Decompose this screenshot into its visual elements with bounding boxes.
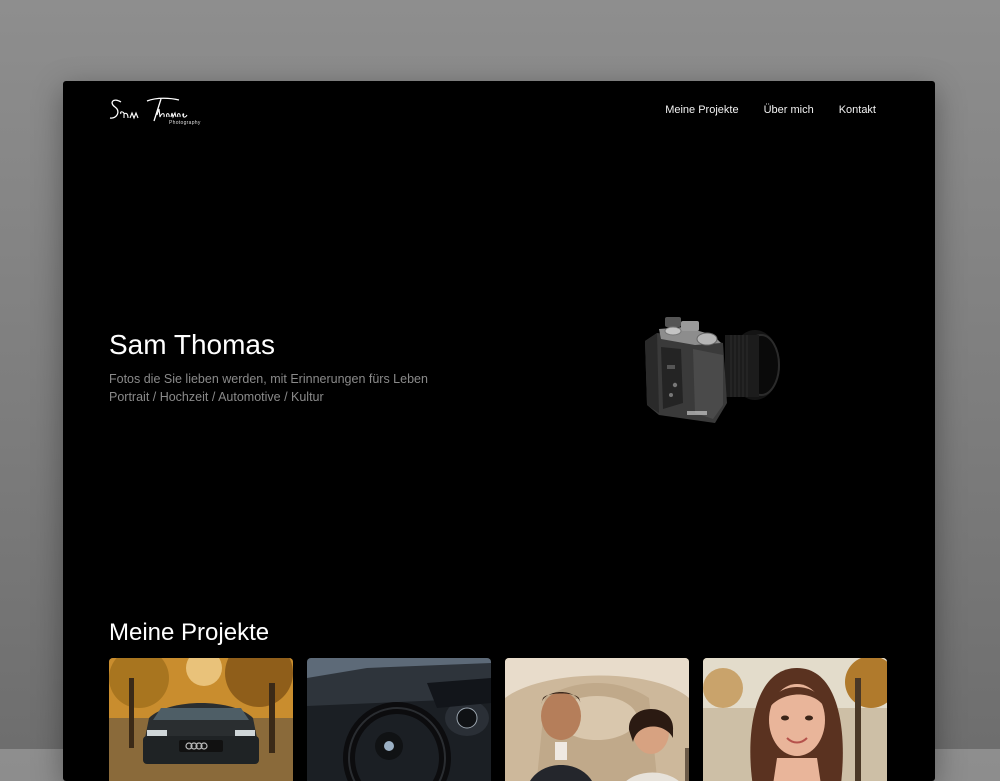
hero-title: Sam Thomas [109, 329, 275, 360]
hero-subtitle-line-1: Fotos die Sie lieben werden, mit Erinner… [109, 372, 428, 386]
project-card-automotive[interactable] [109, 658, 293, 781]
logo[interactable]: Photography [107, 93, 211, 129]
nav-item-kontakt[interactable]: Kontakt [839, 104, 876, 116]
projects-grid [109, 658, 887, 781]
camera-image [637, 315, 785, 433]
car-steering-wheel-photo [307, 658, 491, 781]
project-card-portrait[interactable] [703, 658, 887, 781]
project-card-car-interior[interactable] [307, 658, 491, 781]
main-nav: Meine Projekte Über mich Kontakt [665, 104, 876, 116]
nav-item-meine-projekte[interactable]: Meine Projekte [665, 104, 738, 116]
car-front-autumn-photo [109, 658, 293, 781]
woman-portrait-photo [703, 658, 887, 781]
logo-subtext: Photography [169, 120, 201, 126]
projects-title: Meine Projekte [109, 619, 270, 646]
project-card-wedding[interactable] [505, 658, 689, 781]
hero-subtitle: Fotos die Sie lieben werden, mit Erinner… [109, 370, 428, 406]
browser-window: Photography Meine Projekte Über mich Kon… [63, 81, 935, 781]
nav-item-ueber-mich[interactable]: Über mich [764, 104, 814, 116]
hero-subtitle-line-2: Portrait / Hochzeit / Automotive / Kultu… [109, 390, 324, 404]
wedding-couple-photo [505, 658, 689, 781]
